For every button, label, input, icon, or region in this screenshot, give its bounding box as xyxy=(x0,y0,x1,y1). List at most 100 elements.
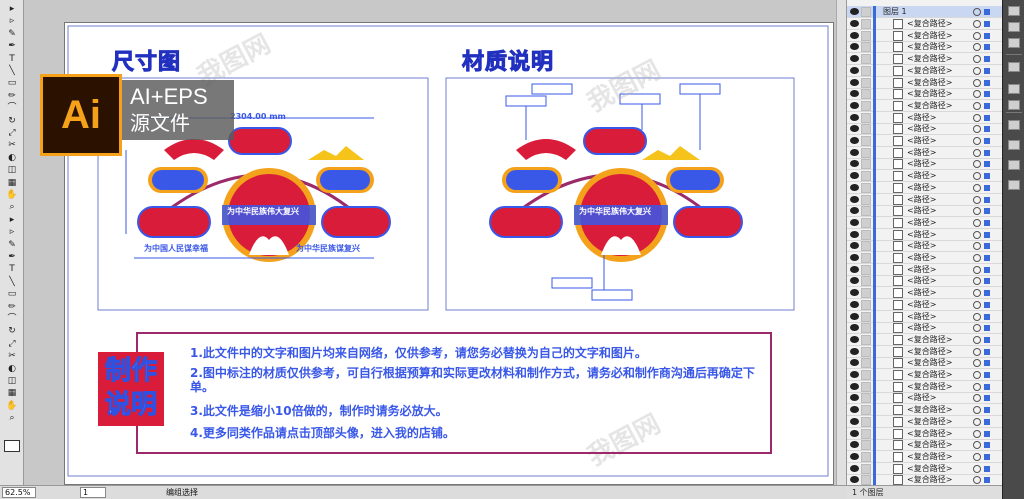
layer-row[interactable]: <路径> xyxy=(847,298,1003,311)
layer-row[interactable]: <复合路径> xyxy=(847,415,1003,428)
lock-toggle[interactable] xyxy=(861,416,871,427)
direct-select-tool-icon[interactable]: ▹ xyxy=(3,16,21,27)
target-icon[interactable] xyxy=(973,347,981,356)
eye-icon[interactable] xyxy=(850,312,859,320)
layer-row[interactable]: <路径> xyxy=(847,310,1003,323)
eye-icon[interactable] xyxy=(850,148,859,156)
selection-tool-icon[interactable]: ▸ xyxy=(3,4,21,15)
blend-tool-icon[interactable]: ◐ xyxy=(3,153,21,164)
layer-row[interactable]: <路径> xyxy=(847,111,1003,124)
target-icon[interactable] xyxy=(973,43,981,52)
layer-row[interactable]: <路径> xyxy=(847,240,1003,253)
target-icon[interactable] xyxy=(973,137,981,145)
target-icon[interactable] xyxy=(973,242,981,251)
lock-toggle[interactable] xyxy=(861,19,871,29)
lock-toggle[interactable] xyxy=(861,136,871,146)
panel-dock-icon[interactable] xyxy=(1008,38,1020,48)
lock-toggle[interactable] xyxy=(861,428,871,439)
eye-icon[interactable] xyxy=(850,476,859,484)
layer-row[interactable]: <复合路径> xyxy=(847,404,1003,417)
target-icon[interactable] xyxy=(973,8,981,16)
rect-tool-icon[interactable]: ▭ xyxy=(3,78,21,89)
eye-icon[interactable] xyxy=(850,207,859,215)
target-icon[interactable] xyxy=(973,125,981,134)
target-icon[interactable] xyxy=(973,55,981,64)
layer-row[interactable]: <复合路径> xyxy=(847,380,1003,393)
pencil-tool-icon[interactable]: ✏ xyxy=(3,91,21,102)
layer-row[interactable]: <路径> xyxy=(847,135,1003,147)
layer-row[interactable]: <复合路径> xyxy=(847,99,1003,112)
eye-icon[interactable] xyxy=(850,371,859,378)
eye-icon[interactable] xyxy=(850,183,859,191)
curve-tool-icon[interactable]: ⌒ xyxy=(3,314,21,325)
target-icon[interactable] xyxy=(973,441,981,450)
line-tool-icon[interactable]: ╲ xyxy=(3,277,21,288)
symbol-tool-icon[interactable]: ◫ xyxy=(3,165,21,176)
layer-row[interactable]: <复合路径> xyxy=(847,76,1003,89)
layer-row[interactable]: <路径> xyxy=(847,275,1003,288)
panel-dock-icon[interactable] xyxy=(1008,22,1020,32)
lock-toggle[interactable] xyxy=(861,475,871,486)
eye-icon[interactable] xyxy=(850,289,859,297)
target-icon[interactable] xyxy=(973,101,981,110)
target-icon[interactable] xyxy=(973,218,981,227)
scissors-tool-icon[interactable]: ✂ xyxy=(3,140,21,151)
eye-icon[interactable] xyxy=(850,125,859,133)
zoom-tool-icon[interactable]: ⌕ xyxy=(3,413,21,424)
eye-icon[interactable] xyxy=(850,406,859,414)
eye-icon[interactable] xyxy=(850,464,859,472)
target-icon[interactable] xyxy=(973,277,981,286)
eye-icon[interactable] xyxy=(850,137,859,144)
panel-dock-icon[interactable] xyxy=(1008,160,1020,170)
eye-icon[interactable] xyxy=(850,324,859,332)
lock-toggle[interactable] xyxy=(861,229,871,240)
lock-toggle[interactable] xyxy=(861,182,871,193)
lock-toggle[interactable] xyxy=(861,440,871,451)
lock-toggle[interactable] xyxy=(861,147,871,158)
eye-icon[interactable] xyxy=(850,55,859,63)
lock-toggle[interactable] xyxy=(861,276,871,287)
target-icon[interactable] xyxy=(973,254,981,262)
eye-icon[interactable] xyxy=(850,66,859,74)
eye-icon[interactable] xyxy=(850,43,859,51)
target-icon[interactable] xyxy=(973,207,981,216)
layer-row[interactable]: <复合路径> xyxy=(847,53,1003,66)
direct-select-tool-icon[interactable]: ▹ xyxy=(3,227,21,238)
lock-toggle[interactable] xyxy=(861,89,871,100)
target-icon[interactable] xyxy=(973,20,981,28)
target-icon[interactable] xyxy=(973,148,981,157)
lock-toggle[interactable] xyxy=(861,42,871,53)
lock-toggle[interactable] xyxy=(861,253,871,263)
eye-icon[interactable] xyxy=(850,90,859,98)
lock-toggle[interactable] xyxy=(861,451,871,462)
panel-dock-icon[interactable] xyxy=(1008,120,1020,130)
curve-tool-icon[interactable]: ⌒ xyxy=(3,103,21,114)
eye-icon[interactable] xyxy=(850,429,859,437)
rotate-tool-icon[interactable]: ↻ xyxy=(3,326,21,337)
lock-toggle[interactable] xyxy=(861,159,871,170)
lock-toggle[interactable] xyxy=(861,323,871,334)
target-icon[interactable] xyxy=(973,359,981,368)
lock-toggle[interactable] xyxy=(861,171,871,182)
target-icon[interactable] xyxy=(973,324,981,333)
selection-tool-icon[interactable]: ▸ xyxy=(3,215,21,226)
target-icon[interactable] xyxy=(973,195,981,204)
target-icon[interactable] xyxy=(973,406,981,415)
layer-row[interactable]: <路径> xyxy=(847,170,1003,183)
lock-toggle[interactable] xyxy=(861,217,871,228)
target-icon[interactable] xyxy=(973,335,981,344)
eye-icon[interactable] xyxy=(850,335,859,343)
target-icon[interactable] xyxy=(973,113,981,122)
layer-row[interactable]: <复合路径> xyxy=(847,427,1003,440)
target-icon[interactable] xyxy=(973,160,981,169)
scissors-tool-icon[interactable]: ✂ xyxy=(3,351,21,362)
lock-toggle[interactable] xyxy=(861,77,871,88)
lock-toggle[interactable] xyxy=(861,334,871,345)
layer-row[interactable]: <路径> xyxy=(847,392,1003,405)
target-icon[interactable] xyxy=(973,312,981,321)
layer-row[interactable]: <复合路径> xyxy=(847,64,1003,77)
target-icon[interactable] xyxy=(973,66,981,75)
layer-row[interactable]: <复合路径> xyxy=(847,450,1003,463)
target-icon[interactable] xyxy=(973,464,981,473)
eye-icon[interactable] xyxy=(850,78,859,86)
